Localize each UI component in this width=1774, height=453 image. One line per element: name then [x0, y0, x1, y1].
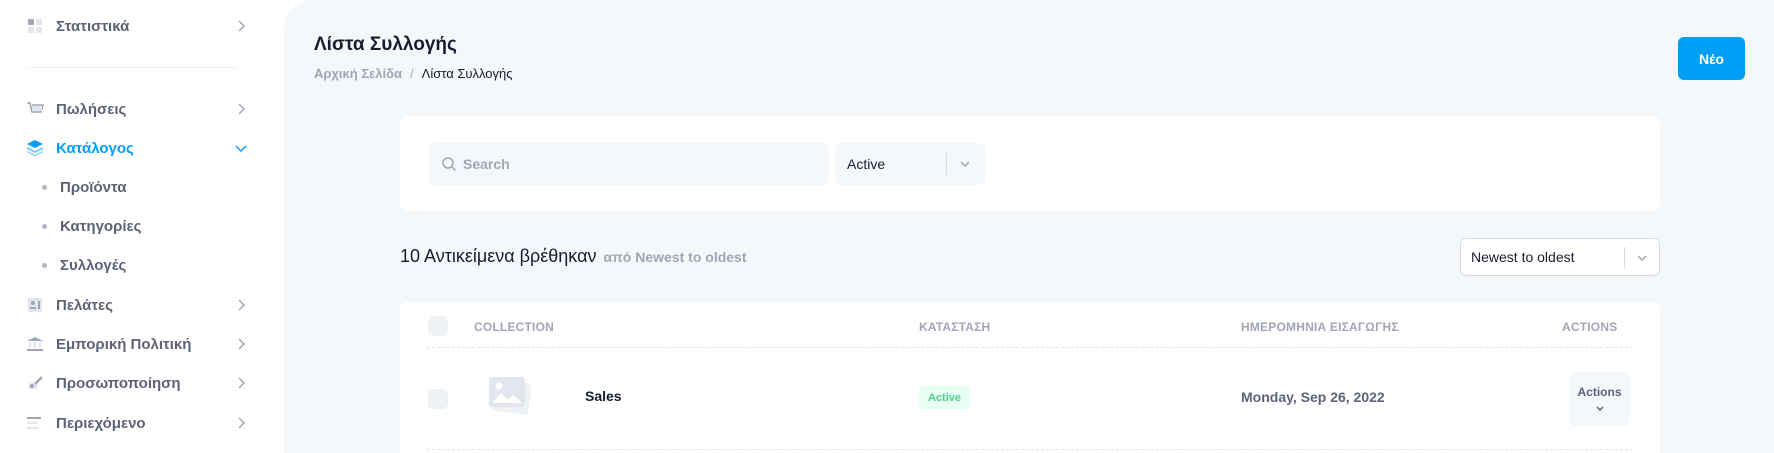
chevron-right-icon	[234, 416, 248, 430]
sidebar-item-personalization[interactable]: Προσωποποίηση	[26, 369, 248, 397]
select-all-checkbox[interactable]	[428, 316, 448, 336]
brush-icon	[26, 374, 44, 392]
sidebar-item-label: Πωλήσεις	[56, 100, 127, 118]
sidebar: Στατιστικά Πωλήσεις Κατάλογος Προϊόντα Κ…	[0, 0, 284, 453]
column-header-actions: Actions	[1562, 320, 1618, 334]
chevron-down-icon	[1595, 403, 1605, 413]
sidebar-subitem-label: Προϊόντα	[60, 178, 127, 196]
bullet-icon	[42, 262, 47, 268]
sidebar-subitem-label: Συλλογές	[60, 256, 127, 274]
status-filter-value: Active	[847, 156, 886, 172]
results-count: 10 Αντικείμενα βρέθηκαν	[400, 246, 597, 266]
sidebar-divider	[26, 67, 236, 68]
sidebar-item-label: Περιεχόμενο	[56, 414, 146, 432]
chevron-right-icon	[234, 337, 248, 351]
text-align-icon	[26, 414, 44, 432]
select-divider	[946, 153, 947, 175]
sidebar-item-statistics[interactable]: Στατιστικά	[26, 12, 248, 40]
breadcrumb-separator: /	[410, 66, 414, 81]
sidebar-subitem-collections[interactable]: Συλλογές	[42, 253, 126, 277]
breadcrumb-current: Λίστα Συλλογής	[421, 66, 513, 81]
column-header-collection[interactable]: Collection	[474, 320, 554, 334]
search-input[interactable]	[463, 143, 823, 185]
bullet-icon	[42, 184, 47, 190]
select-divider	[1624, 247, 1625, 269]
breadcrumb: Αρχική Σελίδα / Λίστα Συλλογής	[314, 66, 513, 81]
dashboard-icon	[26, 17, 44, 35]
sidebar-subitem-label: Κατηγορίες	[60, 217, 142, 235]
row-actions-button[interactable]: Actions	[1569, 372, 1630, 426]
contacts-icon	[26, 296, 44, 314]
cart-icon	[26, 100, 44, 118]
sidebar-item-commercial-policy[interactable]: Εμπορική Πολιτική	[26, 330, 248, 358]
collection-name[interactable]: Sales	[585, 388, 622, 404]
search-icon	[441, 156, 457, 172]
search-box	[429, 143, 829, 185]
row-checkbox[interactable]	[428, 389, 448, 409]
sidebar-item-label: Εμπορική Πολιτική	[56, 335, 192, 353]
page-title: Λίστα Συλλογής	[314, 34, 457, 55]
chevron-right-icon	[234, 102, 248, 116]
chevron-down-icon	[234, 141, 248, 155]
chevron-right-icon	[234, 298, 248, 312]
column-header-date[interactable]: Ημερομηνια εισαγωγης	[1241, 320, 1399, 334]
results-sort-note: από Newest to oldest	[603, 249, 747, 265]
sidebar-subitem-products[interactable]: Προϊόντα	[42, 175, 126, 199]
collections-table: Collection Κατασταση Ημερομηνια εισαγωγη…	[400, 302, 1660, 453]
chevron-down-icon	[1635, 251, 1649, 265]
chevron-right-icon	[234, 19, 248, 33]
sort-select-value: Newest to oldest	[1471, 249, 1575, 265]
sidebar-item-label: Πελάτες	[56, 296, 113, 314]
chevron-down-icon	[958, 157, 972, 171]
main-content: Λίστα Συλλογής Αρχική Σελίδα / Λίστα Συλ…	[284, 0, 1774, 453]
sidebar-item-label: Κατάλογος	[56, 139, 134, 157]
row-actions-label: Actions	[1577, 385, 1622, 399]
sidebar-subitem-categories[interactable]: Κατηγορίες	[42, 214, 141, 238]
column-header-status[interactable]: Κατασταση	[919, 320, 990, 334]
sidebar-item-catalog[interactable]: Κατάλογος	[26, 134, 248, 162]
sidebar-item-label: Στατιστικά	[56, 17, 130, 35]
sidebar-item-sales[interactable]: Πωλήσεις	[26, 95, 248, 123]
date-added: Monday, Sep 26, 2022	[1241, 389, 1385, 405]
sidebar-item-label: Προσωποποίηση	[56, 374, 181, 392]
results-summary: 10 Αντικείμενα βρέθηκαν από Newest to ol…	[400, 246, 747, 267]
row-divider	[427, 449, 1633, 450]
sidebar-item-content[interactable]: Περιεχόμενο	[26, 409, 248, 437]
status-badge: Active	[919, 386, 971, 410]
sort-select[interactable]: Newest to oldest	[1460, 238, 1660, 276]
new-button[interactable]: Νέο	[1678, 37, 1745, 80]
layers-icon	[26, 139, 44, 157]
bank-icon	[26, 335, 44, 353]
chevron-right-icon	[234, 376, 248, 390]
header-divider	[427, 347, 1633, 348]
status-filter-select[interactable]: Active	[835, 143, 985, 185]
sidebar-item-customers[interactable]: Πελάτες	[26, 291, 248, 319]
filter-card: Active	[400, 116, 1660, 211]
bullet-icon	[42, 223, 47, 229]
image-placeholder-icon	[486, 373, 534, 417]
breadcrumb-home-link[interactable]: Αρχική Σελίδα	[314, 66, 402, 81]
